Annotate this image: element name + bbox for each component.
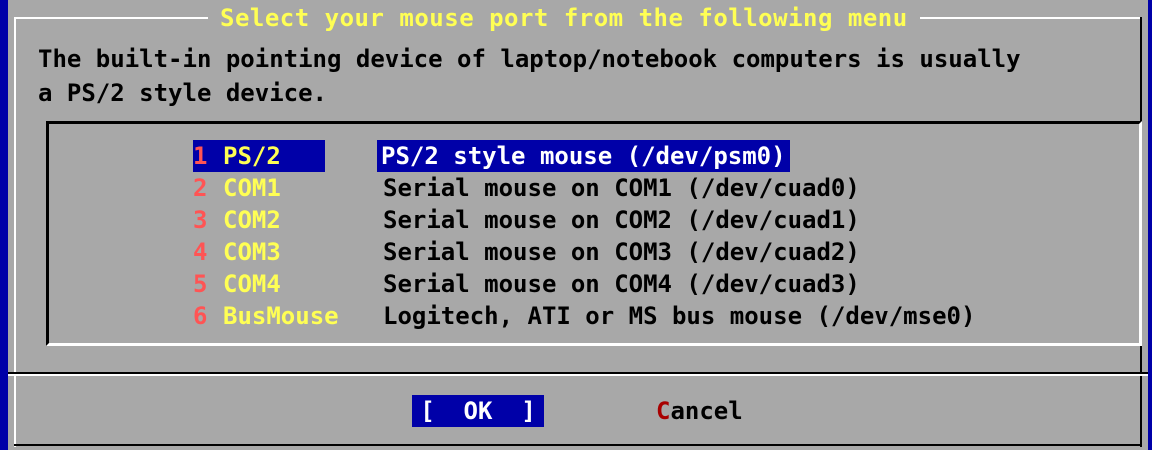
menu-item-number: 2 — [193, 174, 208, 202]
menu-item-description: Serial mouse on COM2 (/dev/cuad1) — [383, 206, 860, 234]
cancel-label: ancel — [670, 397, 743, 425]
menu-item-number: 3 — [193, 206, 208, 234]
menu-item-description: Serial mouse on COM4 (/dev/cuad3) — [383, 270, 860, 298]
menu-item-com2[interactable]: 3 COM2 Serial mouse on COM2 (/dev/cuad1) — [193, 204, 860, 236]
menu-item-tag: COM1 — [223, 174, 281, 202]
screen: Select your mouse port from the followin… — [0, 0, 1152, 450]
menu-item-ps2[interactable]: 1 PS/2 PS/2 style mouse (/dev/psm0) — [193, 140, 790, 172]
menu-list: 1 PS/2 PS/2 style mouse (/dev/psm0) 2 CO… — [46, 121, 1142, 346]
menu-item-description: PS/2 style mouse (/dev/psm0) — [377, 140, 790, 172]
dialog-title: Select your mouse port from the followin… — [208, 0, 920, 36]
menu-item-tag: COM3 — [223, 238, 281, 266]
cancel-button[interactable]: Cancel — [656, 395, 743, 427]
menu-item-tag: COM2 — [223, 206, 281, 234]
menu-item-com4[interactable]: 5 COM4 Serial mouse on COM4 (/dev/cuad3) — [193, 268, 860, 300]
dialog-border-left — [14, 17, 16, 447]
menu-item-number: 1 — [193, 140, 223, 172]
menu-item-description: Logitech, ATI or MS bus mouse (/dev/mse0… — [383, 302, 976, 330]
menu-item-tag: PS/2 — [223, 140, 325, 172]
menu-item-number: 6 — [193, 302, 208, 330]
dialog-prompt: The built-in pointing device of laptop/n… — [38, 45, 1021, 107]
menu-item-com3[interactable]: 4 COM3 Serial mouse on COM3 (/dev/cuad2) — [193, 236, 860, 268]
menu-item-tag: COM4 — [223, 270, 281, 298]
menu-item-description: Serial mouse on COM1 (/dev/cuad0) — [383, 174, 860, 202]
button-separator-highlight — [8, 374, 1148, 376]
cancel-hotkey: C — [656, 397, 671, 425]
menu-item-busmouse[interactable]: 6 BusMouse Logitech, ATI or MS bus mouse… — [193, 300, 975, 332]
menu-item-number: 4 — [193, 238, 208, 266]
menu-item-com1[interactable]: 2 COM1 Serial mouse on COM1 (/dev/cuad0) — [193, 172, 860, 204]
menu-item-number: 5 — [193, 270, 208, 298]
menu-item-description: Serial mouse on COM3 (/dev/cuad2) — [383, 238, 860, 266]
dialog-border-bottom — [14, 444, 1142, 446]
menu-item-tag: BusMouse — [223, 302, 339, 330]
mouse-port-dialog: Select your mouse port from the followin… — [8, 0, 1148, 450]
ok-button[interactable]: [ OK ] — [412, 395, 544, 427]
